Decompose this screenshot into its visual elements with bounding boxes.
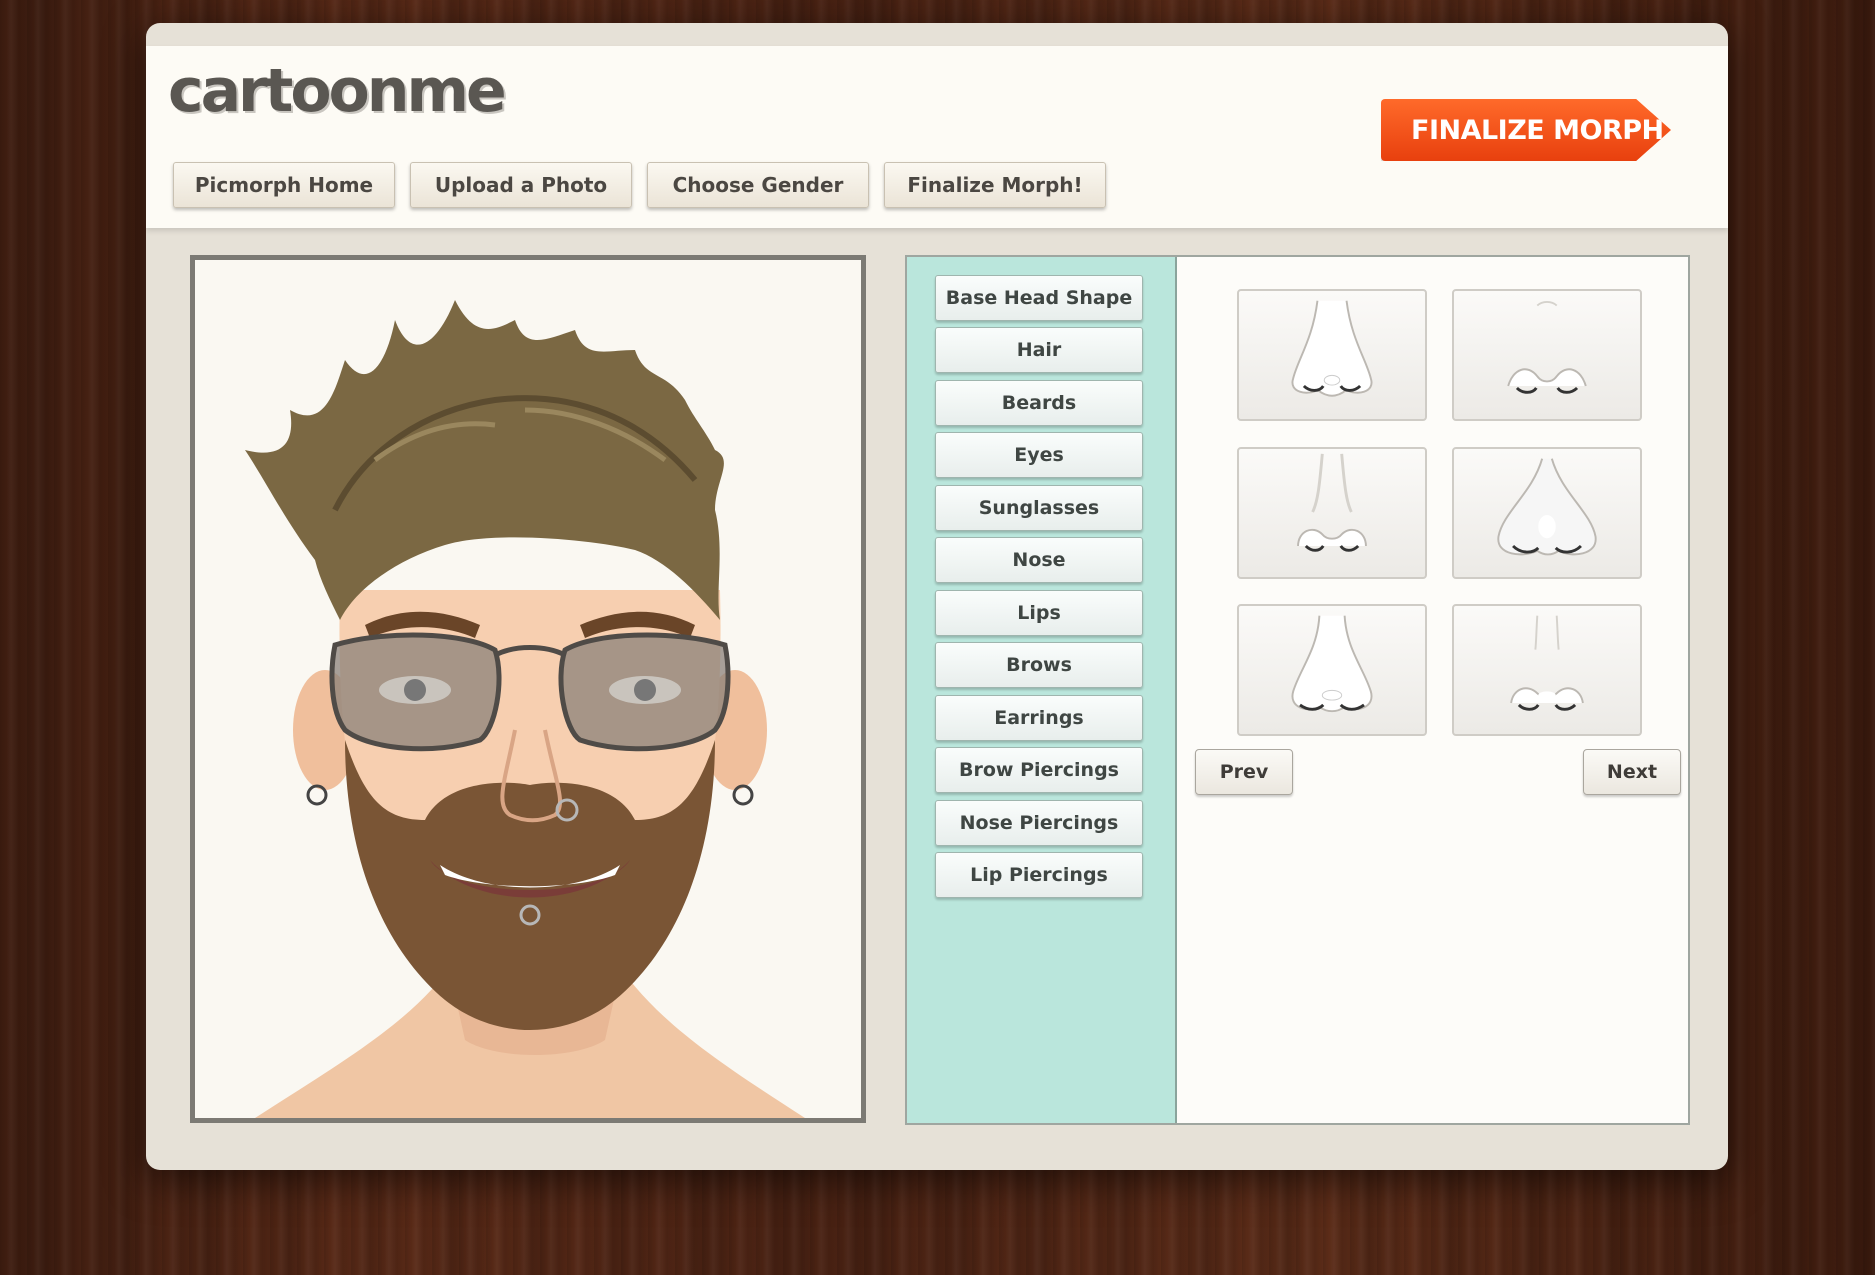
nose-option-2[interactable]	[1452, 289, 1642, 421]
app-window: cartoonme Picmorph Home Upload a Photo C…	[146, 23, 1728, 1170]
category-hair-button[interactable]: Hair	[935, 327, 1143, 373]
category-nose-button[interactable]: Nose	[935, 537, 1143, 583]
cartoonme-logo[interactable]: cartoonme	[168, 56, 507, 126]
nose-option-icon	[1510, 615, 1584, 711]
category-earrings-button[interactable]: Earrings	[935, 695, 1143, 741]
nose-option-6[interactable]	[1452, 604, 1642, 736]
category-base-head-shape-button[interactable]: Base Head Shape	[935, 275, 1143, 321]
category-nose-piercings-button[interactable]: Nose Piercings	[935, 800, 1143, 846]
header-bar: cartoonme Picmorph Home Upload a Photo C…	[146, 46, 1728, 228]
category-lips-button[interactable]: Lips	[935, 590, 1143, 636]
category-eyes-button[interactable]: Eyes	[935, 432, 1143, 478]
avatar-preview	[190, 255, 866, 1123]
category-lip-piercings-button[interactable]: Lip Piercings	[935, 852, 1143, 898]
cartoon-avatar-image	[245, 300, 805, 1118]
nose-option-icon	[1291, 615, 1373, 713]
nav-choose-gender-button[interactable]: Choose Gender	[647, 162, 869, 208]
feature-editor-panel: Base Head Shape Hair Beards Eyes Sunglas…	[905, 255, 1690, 1125]
prev-page-button[interactable]: Prev	[1195, 749, 1293, 795]
nav-picmorph-home-button[interactable]: Picmorph Home	[173, 162, 395, 208]
category-sidebar: Base Head Shape Hair Beards Eyes Sunglas…	[907, 257, 1177, 1123]
nose-option-3[interactable]	[1237, 447, 1427, 579]
nose-option-4[interactable]	[1452, 447, 1642, 579]
next-page-button[interactable]: Next	[1583, 749, 1681, 795]
nav-finalize-morph-button[interactable]: Finalize Morph!	[884, 162, 1106, 208]
nose-option-1[interactable]	[1237, 289, 1427, 421]
nav-upload-photo-button[interactable]: Upload a Photo	[410, 162, 632, 208]
top-nav: Picmorph Home Upload a Photo Choose Gend…	[173, 162, 1121, 208]
category-brow-piercings-button[interactable]: Brow Piercings	[935, 747, 1143, 793]
category-sunglasses-button[interactable]: Sunglasses	[935, 485, 1143, 531]
nose-option-icon	[1507, 300, 1587, 394]
nose-option-5[interactable]	[1237, 604, 1427, 736]
finalize-morph-button[interactable]: FINALIZE MORPH	[1381, 99, 1671, 161]
category-brows-button[interactable]: Brows	[935, 642, 1143, 688]
category-beards-button[interactable]: Beards	[935, 380, 1143, 426]
nose-option-icon	[1291, 300, 1373, 397]
nose-option-icon	[1297, 453, 1367, 552]
nose-option-icon	[1497, 458, 1597, 556]
